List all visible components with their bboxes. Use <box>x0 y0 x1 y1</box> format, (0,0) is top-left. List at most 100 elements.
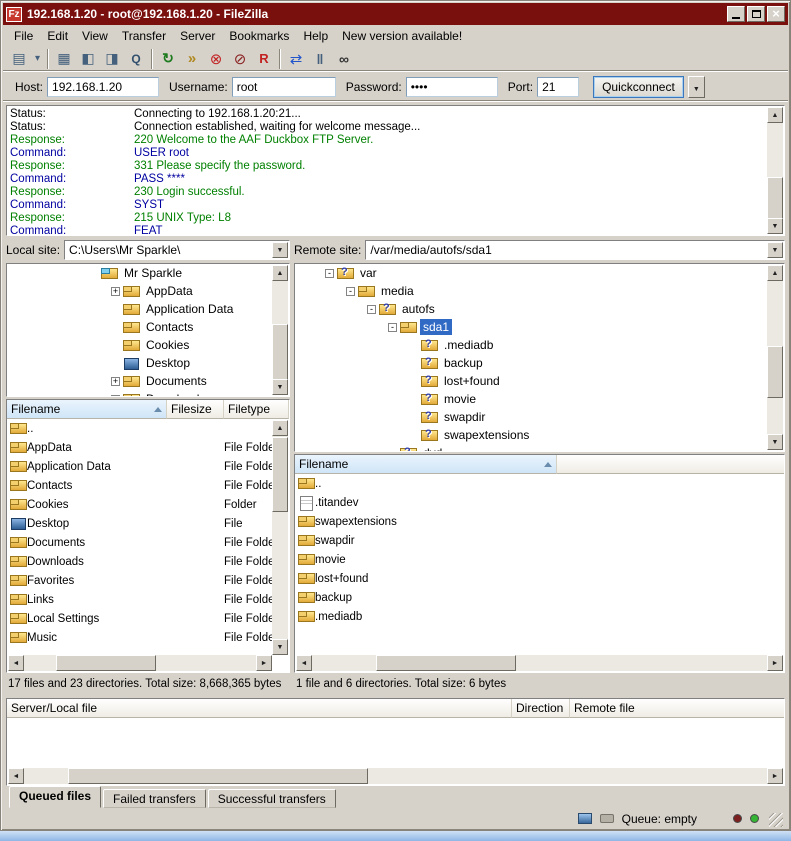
file-row[interactable]: .titandev <box>295 493 784 512</box>
scrollbar-thumb[interactable] <box>56 655 156 671</box>
quickconnect-button[interactable]: Quickconnect <box>593 76 684 98</box>
close-button[interactable] <box>767 6 785 22</box>
file-row[interactable]: .. <box>295 474 784 493</box>
file-row[interactable]: Cookies Folder <box>7 495 289 514</box>
scroll-down-button[interactable] <box>767 434 783 450</box>
menu-item[interactable]: File <box>7 27 40 45</box>
file-row[interactable]: Desktop File <box>7 514 289 533</box>
cancel-icon[interactable]: ⊗ <box>204 48 228 70</box>
remote-site-combobox[interactable]: /var/media/autofs/sda1 <box>365 240 785 260</box>
log-vertical-scrollbar[interactable] <box>767 107 783 234</box>
tree-expander-icon[interactable] <box>388 323 397 332</box>
file-row[interactable]: .. <box>7 419 289 438</box>
queue-horizontal-scrollbar[interactable] <box>8 768 783 784</box>
toggle-remote-tree-icon[interactable]: ◨ <box>100 48 124 70</box>
tree-item[interactable]: Cookies <box>7 336 289 354</box>
scroll-down-button[interactable] <box>272 379 288 395</box>
menu-item[interactable]: New version available! <box>335 27 469 45</box>
find-files-icon[interactable]: ∞ <box>332 48 356 70</box>
file-row[interactable]: Application Data File Folder <box>7 457 289 476</box>
site-manager-dropdown-icon[interactable]: ▾ <box>31 48 44 70</box>
column-header-filesize[interactable]: Filesize <box>167 400 224 419</box>
toggle-local-tree-icon[interactable]: ◧ <box>76 48 100 70</box>
tree-item[interactable]: Desktop <box>7 354 289 372</box>
tree-item[interactable]: media <box>295 282 784 300</box>
queue-tab[interactable]: Queued files <box>9 786 101 808</box>
tree-expander-icon[interactable] <box>111 287 120 296</box>
scroll-right-button[interactable] <box>256 655 272 671</box>
column-header-server-local-file[interactable]: Server/Local file <box>7 699 512 718</box>
tree-item[interactable]: swapdir <box>295 408 784 426</box>
tree-item[interactable]: Application Data <box>7 300 289 318</box>
username-input[interactable] <box>232 77 336 97</box>
menu-item[interactable]: View <box>75 27 115 45</box>
site-manager-icon[interactable]: ▤ <box>7 48 31 70</box>
remote-list-horizontal-scrollbar[interactable] <box>296 655 783 671</box>
scroll-up-button[interactable] <box>272 265 288 281</box>
directory-comparison-icon[interactable]: ‖ <box>308 48 332 70</box>
column-header-filename[interactable]: Filename <box>295 455 557 474</box>
tree-item[interactable]: backup <box>295 354 784 372</box>
file-row[interactable]: Local Settings File Folder <box>7 609 289 628</box>
tree-item[interactable]: .mediadb <box>295 336 784 354</box>
scroll-left-button[interactable] <box>8 768 24 784</box>
queue-tab[interactable]: Failed transfers <box>103 789 206 808</box>
tree-item[interactable]: Mr Sparkle <box>7 264 289 282</box>
scroll-right-button[interactable] <box>767 768 783 784</box>
combo-dropdown-icon[interactable] <box>272 242 288 258</box>
file-row[interactable]: Music File Folder <box>7 628 289 647</box>
reconnect-icon[interactable]: R <box>252 48 276 70</box>
tree-item[interactable]: dvd <box>295 444 784 452</box>
menu-item[interactable]: Transfer <box>115 27 173 45</box>
queue-tab[interactable]: Successful transfers <box>208 789 336 808</box>
menu-item[interactable]: Help <box>296 27 335 45</box>
process-queue-icon[interactable]: » <box>180 48 204 70</box>
scrollbar-thumb[interactable] <box>767 346 783 398</box>
host-input[interactable] <box>47 77 159 97</box>
resize-grip[interactable] <box>769 813 783 827</box>
scrollbar-thumb[interactable] <box>376 655 516 671</box>
tree-item[interactable]: Contacts <box>7 318 289 336</box>
menu-item[interactable]: Bookmarks <box>222 27 296 45</box>
tree-item[interactable]: movie <box>295 390 784 408</box>
scrollbar-thumb[interactable] <box>68 768 368 784</box>
column-header-direction[interactable]: Direction <box>512 699 570 718</box>
tree-item[interactable]: sda1 <box>295 318 784 336</box>
maximize-button[interactable] <box>747 6 765 22</box>
column-header-filename[interactable]: Filename <box>7 400 167 419</box>
column-header-remote-file[interactable]: Remote file <box>570 699 784 718</box>
disconnect-icon[interactable]: ⊘ <box>228 48 252 70</box>
minimize-button[interactable] <box>727 6 745 22</box>
scroll-down-button[interactable] <box>272 639 288 655</box>
file-row[interactable]: Downloads File Folder <box>7 552 289 571</box>
local-tree-vertical-scrollbar[interactable] <box>272 265 288 395</box>
menu-item[interactable]: Edit <box>40 27 75 45</box>
remote-tree-vertical-scrollbar[interactable] <box>767 265 783 450</box>
refresh-icon[interactable]: ↻ <box>156 48 180 70</box>
speed-limit-icon[interactable] <box>600 814 614 823</box>
tree-item[interactable]: autofs <box>295 300 784 318</box>
scroll-left-button[interactable] <box>8 655 24 671</box>
column-header-filetype[interactable]: Filetype <box>224 400 289 419</box>
tree-expander-icon[interactable] <box>346 287 355 296</box>
tree-expander-icon[interactable] <box>325 269 334 278</box>
scrollbar-thumb[interactable] <box>272 324 288 386</box>
tree-expander-icon[interactable] <box>111 395 120 398</box>
tree-item[interactable]: AppData <box>7 282 289 300</box>
file-row[interactable]: swapextensions <box>295 512 784 531</box>
local-site-combobox[interactable]: C:\Users\Mr Sparkle\ <box>64 240 290 260</box>
tree-expander-icon[interactable] <box>111 377 120 386</box>
file-row[interactable]: Documents File Folder <box>7 533 289 552</box>
tree-item[interactable]: Downloads <box>7 390 289 397</box>
scroll-up-button[interactable] <box>767 265 783 281</box>
tree-item[interactable]: swapextensions <box>295 426 784 444</box>
file-row[interactable]: lost+found <box>295 569 784 588</box>
file-row[interactable]: Links File Folder <box>7 590 289 609</box>
scroll-left-button[interactable] <box>296 655 312 671</box>
file-row[interactable]: Contacts File Folder <box>7 476 289 495</box>
scroll-right-button[interactable] <box>767 655 783 671</box>
scrollbar-thumb[interactable] <box>272 437 288 512</box>
local-list-vertical-scrollbar[interactable] <box>272 420 288 655</box>
password-input[interactable] <box>406 77 498 97</box>
file-row[interactable]: AppData File Folder <box>7 438 289 457</box>
